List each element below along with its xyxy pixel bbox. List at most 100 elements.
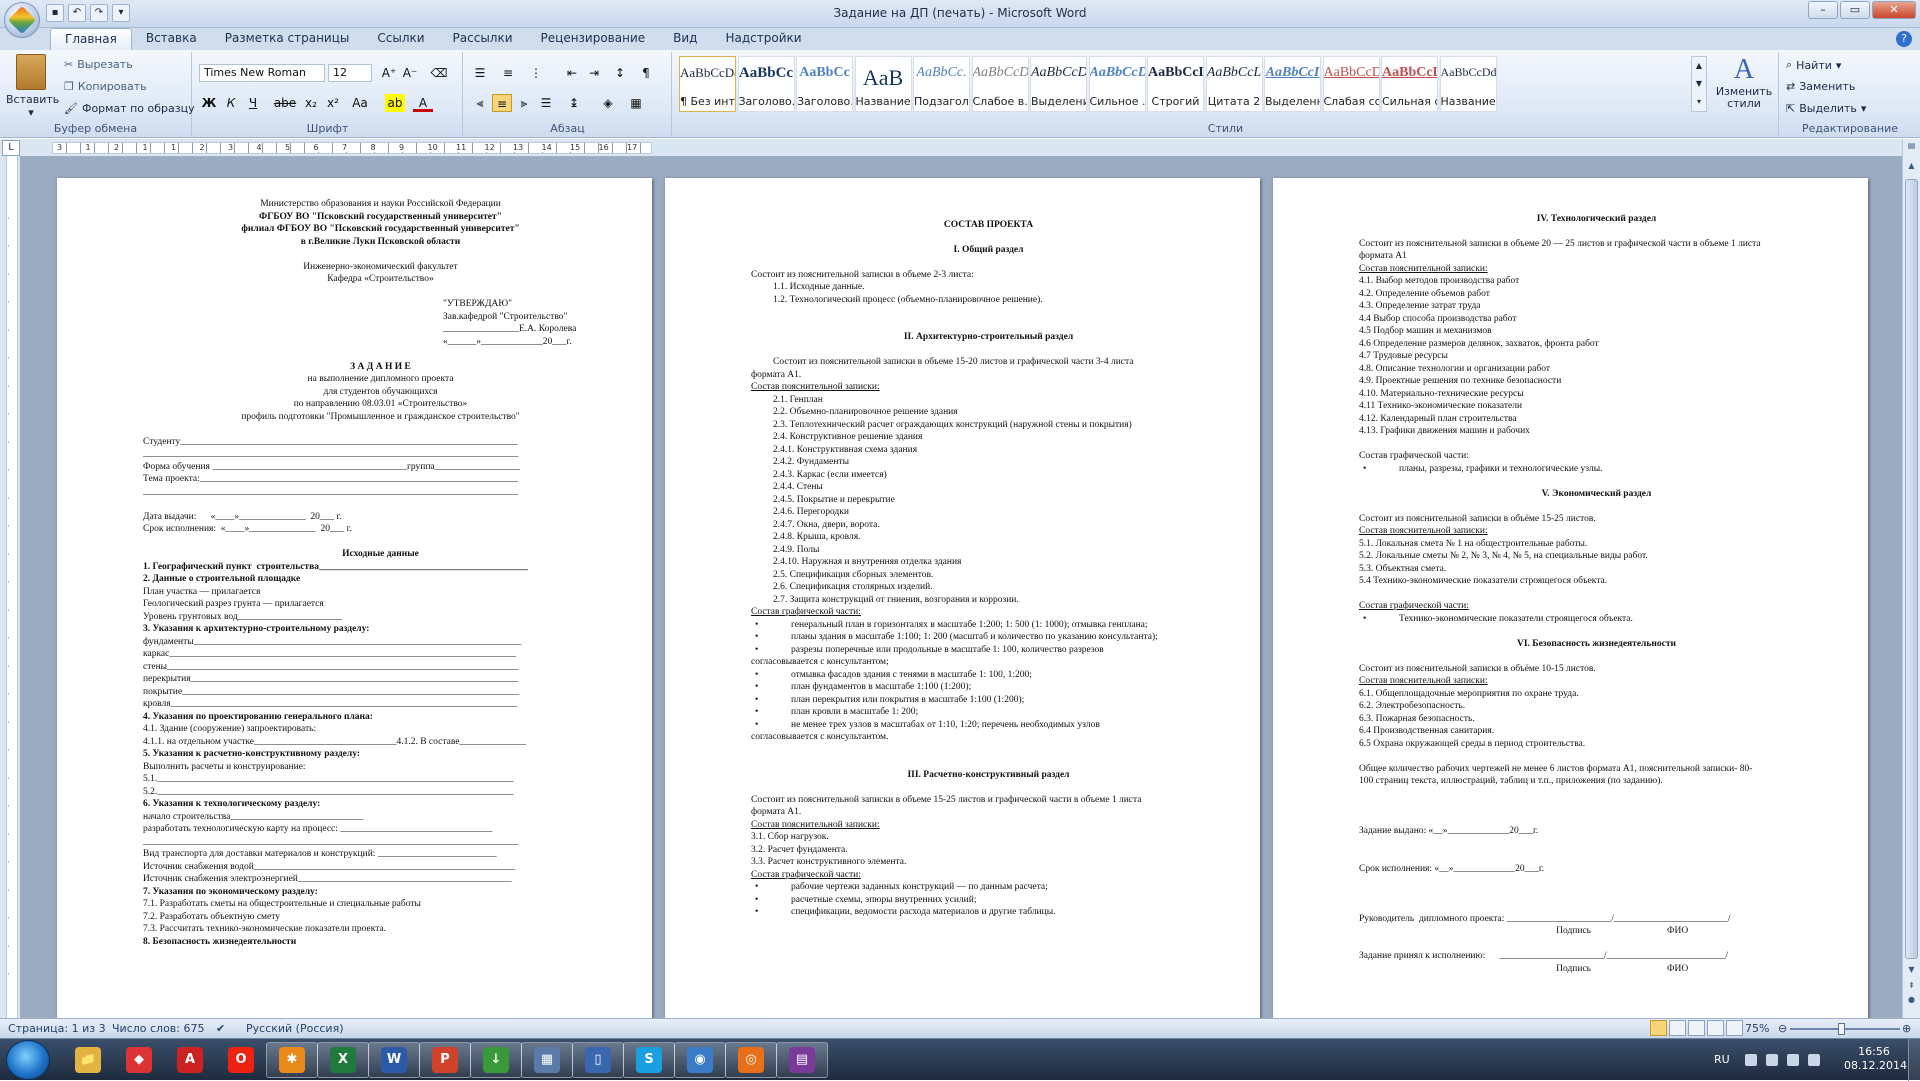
align-left-icon[interactable]: ⫷ (470, 94, 490, 112)
show-desktop-button[interactable] (1908, 1039, 1920, 1081)
decrease-indent-icon[interactable]: ⇤ (562, 64, 582, 82)
style-tile[interactable]: AaBbCcDd Выделение (1030, 56, 1087, 112)
taskbar-app-presentation[interactable]: P (419, 1042, 471, 1078)
justify-icon[interactable]: ☰ (536, 94, 556, 112)
web-layout-icon[interactable] (1688, 1020, 1705, 1036)
subscript-button[interactable]: x₂ (301, 94, 321, 112)
page-1[interactable]: Министерство образования и науки Российс… (57, 178, 652, 1018)
taskbar-app-firefox[interactable]: ◎ (725, 1042, 777, 1078)
input-language[interactable]: RU (1714, 1053, 1730, 1066)
zoom-level[interactable]: 75% (1745, 1022, 1769, 1035)
page-3[interactable]: IV. Технологический раздел Состоит из поя… (1273, 178, 1868, 1018)
volume-icon[interactable] (1808, 1054, 1820, 1066)
scroll-down-icon[interactable]: ▼ (1905, 965, 1918, 979)
word-count[interactable]: Число слов: 675 (112, 1022, 205, 1035)
numbering-icon[interactable]: ≡ (498, 64, 518, 82)
shading-icon[interactable]: ◈ (598, 94, 618, 112)
format-painter-button[interactable]: 🖌 Формат по образцу (64, 102, 195, 115)
replace-button[interactable]: ⇄ Заменить (1786, 80, 1855, 93)
scroll-thumb[interactable] (1905, 179, 1918, 959)
taskbar-app-app-red[interactable]: ◆ (113, 1042, 165, 1078)
taskbar-app-download[interactable]: ↓ (470, 1042, 522, 1078)
taskbar-app-browser[interactable]: ◉ (674, 1042, 726, 1078)
change-styles-button[interactable]: A Изменить стили (1713, 54, 1775, 110)
style-tile[interactable]: AaBbCcDd ¶ Без инте... (679, 56, 736, 112)
network-icon[interactable] (1787, 1054, 1799, 1066)
line-spacing-icon[interactable]: ↨ (564, 94, 584, 112)
copy-button[interactable]: ❐ Копировать (64, 80, 147, 93)
style-tile[interactable]: AaBbCcDd Название... (1439, 56, 1497, 112)
zoom-in-icon[interactable]: ⊕ (1902, 1022, 1911, 1035)
language-indicator[interactable]: Русский (Россия) (246, 1022, 344, 1035)
minimize-button[interactable]: – (1808, 1, 1838, 19)
change-case-button[interactable]: Aa (347, 94, 373, 112)
style-tile[interactable]: AaBbCcDd Слабое в... (971, 56, 1029, 112)
style-tile[interactable]: AaBbCc Заголово... (737, 56, 795, 112)
style-tile[interactable]: AaBbCcDd Сильное ... (1088, 56, 1146, 112)
superscript-button[interactable]: x² (323, 94, 343, 112)
tab-page-layout[interactable]: Разметка страницы (211, 28, 364, 50)
select-browse-icon[interactable]: ● (1905, 995, 1918, 1009)
tab-view[interactable]: Вид (659, 28, 711, 50)
tab-review[interactable]: Рецензирование (527, 28, 660, 50)
draft-icon[interactable] (1726, 1020, 1743, 1036)
tab-mailings[interactable]: Рассылки (439, 28, 527, 50)
taskbar-app-opera[interactable]: O (215, 1042, 267, 1078)
align-right-icon[interactable]: ⫸ (514, 94, 534, 112)
grow-font-button[interactable]: A⁺ (379, 64, 399, 82)
borders-icon[interactable]: ▦ (626, 94, 646, 112)
page-2[interactable]: СОСТАВ ПРОЕКТА I. Общий раздел Состоит из … (665, 178, 1260, 1018)
sort-icon[interactable]: ↕ (610, 64, 630, 82)
shrink-font-button[interactable]: A⁻ (400, 64, 420, 82)
taskbar-app-word[interactable]: W (368, 1042, 420, 1078)
strikethrough-button[interactable]: abe (271, 94, 299, 112)
tab-insert[interactable]: Вставка (132, 28, 211, 50)
style-tile[interactable]: AaBbCc. Подзагол... (913, 56, 970, 112)
action-center-icon[interactable] (1766, 1054, 1778, 1066)
style-tile[interactable]: AaBbCcDdI Слабая сс... (1322, 56, 1380, 112)
scroll-up-icon[interactable]: ▲ (1905, 161, 1918, 175)
show-marks-icon[interactable]: ¶ (636, 64, 656, 82)
font-color-icon[interactable]: A (413, 94, 433, 112)
office-button[interactable] (4, 2, 40, 38)
ruler-toggle-icon[interactable]: ▤ (1905, 141, 1918, 155)
align-center-icon[interactable]: ≡ (492, 94, 512, 112)
proofing-icon[interactable]: ✔ (216, 1022, 225, 1035)
style-tile[interactable]: AaBbCcI Выделенн... (1264, 56, 1321, 112)
full-screen-reading-icon[interactable] (1669, 1020, 1686, 1036)
taskbar-app-excel[interactable]: X (317, 1042, 369, 1078)
page-count[interactable]: Страница: 1 из 3 (8, 1022, 106, 1035)
bold-button[interactable]: Ж (199, 94, 219, 112)
tab-home[interactable]: Главная (50, 28, 132, 50)
taskbar-app-explorer[interactable]: 📁 (62, 1042, 114, 1078)
style-tile[interactable]: AaBbCcL Цитата 2 (1205, 56, 1263, 112)
taskbar-app-calculator[interactable]: ▦ (521, 1042, 573, 1078)
font-size-select[interactable]: 12 (328, 64, 372, 82)
help-icon[interactable]: ? (1896, 31, 1912, 47)
outline-icon[interactable] (1707, 1020, 1724, 1036)
taskbar-app-devices[interactable]: ▯ (572, 1042, 624, 1078)
clear-format-icon[interactable]: ⌫ (429, 64, 449, 82)
paste-button[interactable]: Вставить ▾ (6, 54, 59, 119)
maximize-button[interactable]: ▭ (1840, 1, 1870, 19)
document-workspace[interactable]: Министерство образования и науки Российс… (20, 156, 1902, 1018)
cut-button[interactable]: ✂ Вырезать (64, 58, 133, 71)
taskbar-app-app-star[interactable]: ✱ (266, 1042, 318, 1078)
style-tile[interactable]: AaBbCc Заголово... (796, 56, 853, 112)
vertical-scrollbar[interactable]: ▤ ▲ ▼ ⇞ ● (1902, 139, 1920, 1018)
style-tile[interactable]: AaB Название (854, 56, 912, 112)
underline-button[interactable]: Ч (243, 94, 263, 112)
tab-addins[interactable]: Надстройки (711, 28, 815, 50)
highlight-icon[interactable]: ab (385, 94, 405, 112)
print-layout-icon[interactable] (1650, 1020, 1667, 1036)
close-button[interactable]: ✕ (1872, 1, 1916, 19)
taskbar-app-autocad[interactable]: A (164, 1042, 216, 1078)
find-button[interactable]: ⌕ Найти ▾ (1786, 58, 1841, 72)
font-family-select[interactable]: Times New Roman (199, 64, 325, 82)
zoom-slider[interactable] (1790, 1023, 1900, 1035)
clock[interactable]: 16:56 08.12.2014 (1844, 1045, 1907, 1073)
prev-page-icon[interactable]: ⇞ (1905, 981, 1918, 995)
tab-selector-button[interactable]: L (2, 140, 20, 156)
italic-button[interactable]: К (221, 94, 241, 112)
multilevel-list-icon[interactable]: ⋮ (526, 64, 546, 82)
